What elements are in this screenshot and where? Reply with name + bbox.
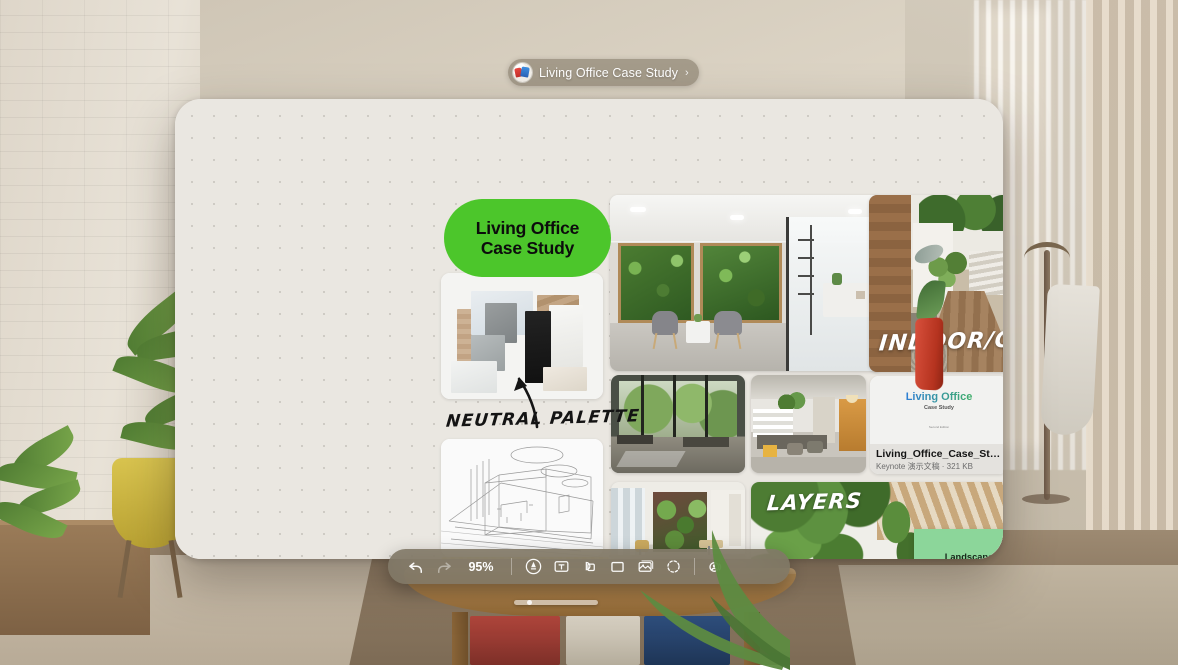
- hanging-coat: [1040, 284, 1100, 437]
- plant-stem-red-vase: [916, 246, 942, 322]
- annotation-arrow[interactable]: [507, 371, 549, 429]
- sticky-note-tool-button[interactable]: [603, 553, 631, 581]
- toolbar-divider-1: [511, 558, 512, 575]
- shapes-icon: [580, 557, 599, 576]
- photo-living-wall-office-floor[interactable]: [611, 482, 745, 559]
- board-title-pill[interactable]: Living Office Case Study: [444, 199, 611, 277]
- keynote-meta: Living_Office_Case_Stud... Keynote 演示文稿 …: [870, 444, 1003, 474]
- undo-button[interactable]: [402, 553, 430, 581]
- window-title: Living Office Case Study: [539, 66, 678, 80]
- photo-office-perspective-sketch[interactable]: [441, 439, 603, 557]
- text-box-icon: [552, 557, 571, 576]
- sticky-note-icon: [608, 557, 627, 576]
- keynote-filename: Living_Office_Case_Stud...: [876, 448, 1002, 460]
- chevron-right-icon[interactable]: ›: [685, 67, 689, 79]
- keynote-preview-footer: Second Edition: [929, 425, 949, 429]
- media-tool-button[interactable]: [631, 553, 659, 581]
- pen-ink-tool-button[interactable]: [519, 553, 547, 581]
- collaborate-button[interactable]: [702, 553, 730, 581]
- pen-circle-icon: [524, 557, 543, 576]
- redo-button[interactable]: [430, 553, 458, 581]
- redo-arrow-icon: [435, 558, 453, 576]
- label-layers: LAYERS: [766, 489, 864, 516]
- insert-link-tool-button[interactable]: [659, 553, 687, 581]
- sticky-line-1: Landscape: [945, 552, 994, 559]
- photo-atrium-workspace[interactable]: [751, 375, 866, 473]
- book-stack-cream: [566, 616, 640, 665]
- freeform-canvas[interactable]: INDOOR/OUTDOOR: [175, 99, 1003, 559]
- freeform-board-window: INDOOR/OUTDOOR: [175, 99, 1003, 559]
- attachment-keynote-case-study[interactable]: Living Office Case Study Second Edition …: [870, 376, 1003, 474]
- freeform-app-icon: [513, 63, 532, 82]
- book-stack-blue: [644, 616, 730, 665]
- table-leg-left: [452, 612, 468, 665]
- potted-plant-left: [0, 430, 110, 570]
- freeform-toolbar: 95%: [388, 549, 790, 584]
- keynote-preview-subtitle: Case Study: [924, 405, 954, 411]
- keynote-preview-title: Living Office: [906, 391, 973, 403]
- shapes-tool-button[interactable]: [575, 553, 603, 581]
- undo-arrow-icon: [407, 558, 425, 576]
- keynote-filemeta: Keynote 演示文稿 · 321 KB: [876, 461, 1002, 472]
- photo-stack-icon: [636, 557, 655, 576]
- board-title-line2: Case Study: [481, 238, 574, 258]
- share-person-icon: [706, 557, 726, 577]
- curtain-drape: [1086, 0, 1178, 540]
- window-title-chip[interactable]: Living Office Case Study ›: [508, 59, 699, 86]
- toolbar-divider-2: [694, 558, 695, 575]
- photo-office-living-wall-lounge[interactable]: [610, 195, 883, 371]
- coat-rack-base: [1022, 494, 1070, 504]
- board-title-line1: Living Office: [476, 218, 579, 238]
- book-stack-red: [470, 616, 560, 665]
- dashed-circle-icon: [664, 557, 683, 576]
- window-close-dot[interactable]: [527, 600, 532, 605]
- sticky-note-landscape-architects[interactable]: Landscape Architects’ Work Samples: See …: [914, 529, 1003, 559]
- table-leg-right: [744, 612, 760, 665]
- red-vase-foreground: [915, 317, 943, 390]
- plant-stand: [116, 540, 184, 600]
- rug-right: [838, 565, 1178, 665]
- text-box-tool-button[interactable]: [547, 553, 575, 581]
- zoom-level[interactable]: 95%: [460, 560, 502, 574]
